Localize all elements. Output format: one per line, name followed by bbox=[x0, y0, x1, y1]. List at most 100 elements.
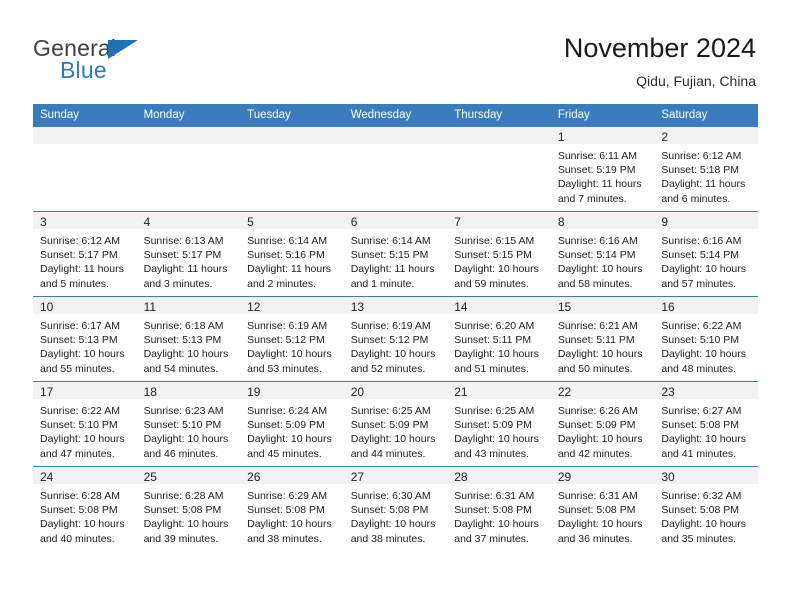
daylight-duration-line1: Daylight: 11 hours bbox=[40, 263, 124, 276]
calendar-grid: Sunday Monday Tuesday Wednesday Thursday… bbox=[33, 104, 758, 551]
day-number: 24 bbox=[33, 467, 137, 484]
sunset-time: Sunset: 5:08 PM bbox=[557, 504, 636, 517]
daylight-duration-line1: Daylight: 10 hours bbox=[557, 518, 643, 531]
sunrise-time: Sunrise: 6:32 AM bbox=[661, 490, 742, 502]
daylight-duration-line1: Daylight: 10 hours bbox=[143, 348, 229, 361]
daylight-duration-line2: and 44 minutes. bbox=[350, 447, 426, 460]
calendar-day-cell[interactable]: 14 Sunrise: 6:20 AM Sunset: 5:11 PM Dayligh… bbox=[447, 296, 551, 382]
day-details: Sunrise: 6:25 AM Sunset: 5:09 PM Daylight:… bbox=[447, 399, 551, 461]
day-number: 2 bbox=[654, 127, 758, 144]
day-details: Sunrise: 6:20 AM Sunset: 5:11 PM Daylight:… bbox=[447, 314, 551, 376]
calendar-day-cell[interactable]: 7 Sunrise: 6:15 AM Sunset: 5:15 PM Daylight… bbox=[447, 211, 551, 297]
calendar-day-cell[interactable]: 10 Sunrise: 6:17 AM Sunset: 5:13 PM Dayligh… bbox=[33, 296, 137, 382]
sunrise-time: Sunrise: 6:14 AM bbox=[247, 235, 328, 247]
calendar-day-cell[interactable]: 12 Sunrise: 6:19 AM Sunset: 5:12 PM Dayligh… bbox=[240, 296, 344, 382]
calendar-day-cell[interactable]: 29 Sunrise: 6:31 AM Sunset: 5:08 PM Dayligh… bbox=[550, 466, 655, 551]
sunset-time: Sunset: 5:13 PM bbox=[143, 334, 222, 347]
sunrise-time: Sunrise: 6:25 AM bbox=[350, 405, 431, 417]
calendar-day-cell[interactable]: 30 Sunrise: 6:32 AM Sunset: 5:08 PM Dayligh… bbox=[654, 466, 758, 551]
calendar-day-cell[interactable]: 17 Sunrise: 6:22 AM Sunset: 5:10 PM Dayligh… bbox=[33, 381, 137, 467]
day-number: 27 bbox=[343, 467, 448, 484]
sunset-time: Sunset: 5:10 PM bbox=[661, 334, 740, 347]
day-number: 30 bbox=[654, 467, 758, 484]
day-number: 6 bbox=[343, 212, 448, 229]
day-details: Sunrise: 6:30 AM Sunset: 5:08 PM Daylight:… bbox=[344, 484, 448, 546]
sunset-time: Sunset: 5:08 PM bbox=[350, 504, 429, 517]
daylight-duration-line1: Daylight: 10 hours bbox=[454, 518, 539, 531]
daylight-duration-line2: and 6 minutes. bbox=[661, 192, 731, 205]
calendar-day-cell[interactable]: 6 Sunrise: 6:14 AM Sunset: 5:15 PM Daylight… bbox=[343, 211, 448, 297]
sunset-time: Sunset: 5:09 PM bbox=[247, 419, 325, 432]
day-number: 11 bbox=[136, 297, 241, 314]
day-number: 22 bbox=[550, 382, 655, 399]
day-number: 4 bbox=[136, 212, 241, 229]
calendar-day-cell[interactable]: 9 Sunrise: 6:16 AM Sunset: 5:14 PM Daylight… bbox=[654, 211, 758, 297]
sunrise-time: Sunrise: 6:21 AM bbox=[557, 320, 638, 332]
day-details: Sunrise: 6:31 AM Sunset: 5:08 PM Daylight:… bbox=[447, 484, 551, 546]
day-details: Sunrise: 6:17 AM Sunset: 5:13 PM Daylight:… bbox=[33, 314, 137, 376]
calendar-day-cell[interactable]: 8 Sunrise: 6:16 AM Sunset: 5:14 PM Daylight… bbox=[550, 211, 655, 297]
day-number: 1 bbox=[550, 127, 655, 144]
calendar-day-cell[interactable]: 15 Sunrise: 6:21 AM Sunset: 5:11 PM Dayligh… bbox=[550, 296, 655, 382]
sunrise-time: Sunrise: 6:16 AM bbox=[661, 235, 742, 247]
sunset-time: Sunset: 5:17 PM bbox=[40, 249, 118, 262]
day-number: 20 bbox=[343, 382, 448, 399]
calendar-day-cell[interactable]: 28 Sunrise: 6:31 AM Sunset: 5:08 PM Dayligh… bbox=[447, 466, 551, 551]
calendar-day-cell[interactable]: 22 Sunrise: 6:26 AM Sunset: 5:09 PM Dayligh… bbox=[550, 381, 655, 467]
daylight-duration-line1: Daylight: 11 hours bbox=[350, 263, 435, 276]
calendar-day-cell[interactable]: 2 Sunrise: 6:12 AM Sunset: 5:18 PM Daylight… bbox=[654, 126, 758, 212]
calendar-week-row: 10 Sunrise: 6:17 AM Sunset: 5:13 PM Dayligh… bbox=[33, 296, 758, 382]
day-number: 17 bbox=[33, 382, 137, 399]
day-details: Sunrise: 6:32 AM Sunset: 5:08 PM Daylight:… bbox=[654, 484, 758, 546]
calendar-day-cell[interactable]: 19 Sunrise: 6:24 AM Sunset: 5:09 PM Dayligh… bbox=[240, 381, 344, 467]
daylight-duration-line2: and 48 minutes. bbox=[661, 362, 737, 375]
sunrise-time: Sunrise: 6:24 AM bbox=[247, 405, 328, 417]
calendar-day-cell[interactable]: 23 Sunrise: 6:27 AM Sunset: 5:08 PM Dayligh… bbox=[654, 381, 758, 467]
daylight-duration-line1: Daylight: 10 hours bbox=[557, 433, 643, 446]
daylight-duration-line1: Daylight: 10 hours bbox=[40, 348, 125, 361]
day-details: Sunrise: 6:27 AM Sunset: 5:08 PM Daylight:… bbox=[654, 399, 758, 461]
calendar-day-cell[interactable]: 16 Sunrise: 6:22 AM Sunset: 5:10 PM Dayligh… bbox=[654, 296, 758, 382]
brand-logo[interactable]: General Blue bbox=[33, 36, 253, 86]
daylight-duration-line2: and 38 minutes. bbox=[350, 532, 426, 545]
calendar-day-cell[interactable]: 26 Sunrise: 6:29 AM Sunset: 5:08 PM Dayligh… bbox=[240, 466, 344, 551]
day-number bbox=[33, 127, 137, 144]
sunrise-time: Sunrise: 6:22 AM bbox=[40, 405, 120, 417]
calendar-day-cell[interactable]: 13 Sunrise: 6:19 AM Sunset: 5:12 PM Dayligh… bbox=[343, 296, 448, 382]
calendar-day-cell[interactable]: 11 Sunrise: 6:18 AM Sunset: 5:13 PM Dayligh… bbox=[136, 296, 241, 382]
calendar-day-cell[interactable]: 24 Sunrise: 6:28 AM Sunset: 5:08 PM Dayligh… bbox=[33, 466, 137, 551]
daylight-duration-line2: and 41 minutes. bbox=[661, 447, 737, 460]
day-details: Sunrise: 6:23 AM Sunset: 5:10 PM Daylight:… bbox=[137, 399, 241, 461]
calendar-day-cell[interactable]: 5 Sunrise: 6:14 AM Sunset: 5:16 PM Daylight… bbox=[240, 211, 344, 297]
triangle-logo-icon bbox=[108, 40, 138, 59]
sunset-time: Sunset: 5:14 PM bbox=[661, 249, 740, 262]
daylight-duration-line1: Daylight: 11 hours bbox=[557, 178, 642, 191]
day-number: 23 bbox=[654, 382, 758, 399]
sunset-time: Sunset: 5:10 PM bbox=[40, 419, 118, 432]
calendar-day-cell[interactable]: 20 Sunrise: 6:25 AM Sunset: 5:09 PM Dayligh… bbox=[343, 381, 448, 467]
day-number: 21 bbox=[447, 382, 551, 399]
day-number bbox=[240, 127, 344, 144]
daylight-duration-line2: and 2 minutes. bbox=[247, 277, 317, 290]
calendar-day-cell[interactable]: 3 Sunrise: 6:12 AM Sunset: 5:17 PM Daylight… bbox=[33, 211, 137, 297]
page-header: General Blue November 2024 Qidu, Fujian,… bbox=[0, 0, 792, 104]
calendar-day-cell[interactable]: 21 Sunrise: 6:25 AM Sunset: 5:09 PM Dayligh… bbox=[447, 381, 551, 467]
day-number: 3 bbox=[33, 212, 137, 229]
daylight-duration-line2: and 51 minutes. bbox=[454, 362, 529, 375]
calendar-day-cell[interactable]: 25 Sunrise: 6:28 AM Sunset: 5:08 PM Dayligh… bbox=[136, 466, 241, 551]
day-details: Sunrise: 6:16 AM Sunset: 5:14 PM Daylight:… bbox=[654, 229, 758, 291]
day-details: Sunrise: 6:26 AM Sunset: 5:09 PM Daylight:… bbox=[551, 399, 655, 461]
sunset-time: Sunset: 5:09 PM bbox=[557, 419, 636, 432]
calendar-day-cell[interactable]: 4 Sunrise: 6:13 AM Sunset: 5:17 PM Daylight… bbox=[136, 211, 241, 297]
calendar-header-row: Sunday Monday Tuesday Wednesday Thursday… bbox=[33, 104, 758, 127]
daylight-duration-line1: Daylight: 10 hours bbox=[350, 433, 436, 446]
calendar-day-cell[interactable]: 18 Sunrise: 6:23 AM Sunset: 5:10 PM Dayligh… bbox=[136, 381, 241, 467]
sunset-time: Sunset: 5:12 PM bbox=[247, 334, 325, 347]
day-details: Sunrise: 6:19 AM Sunset: 5:12 PM Daylight:… bbox=[344, 314, 448, 376]
daylight-duration-line2: and 57 minutes. bbox=[661, 277, 737, 290]
daylight-duration-line1: Daylight: 10 hours bbox=[454, 433, 539, 446]
day-details: Sunrise: 6:11 AM Sunset: 5:19 PM Daylight:… bbox=[551, 144, 655, 206]
calendar-day-cell[interactable]: 27 Sunrise: 6:30 AM Sunset: 5:08 PM Dayligh… bbox=[343, 466, 448, 551]
calendar-day-cell[interactable]: 1 Sunrise: 6:11 AM Sunset: 5:19 PM Daylight… bbox=[550, 126, 655, 212]
sunset-time: Sunset: 5:12 PM bbox=[350, 334, 429, 347]
